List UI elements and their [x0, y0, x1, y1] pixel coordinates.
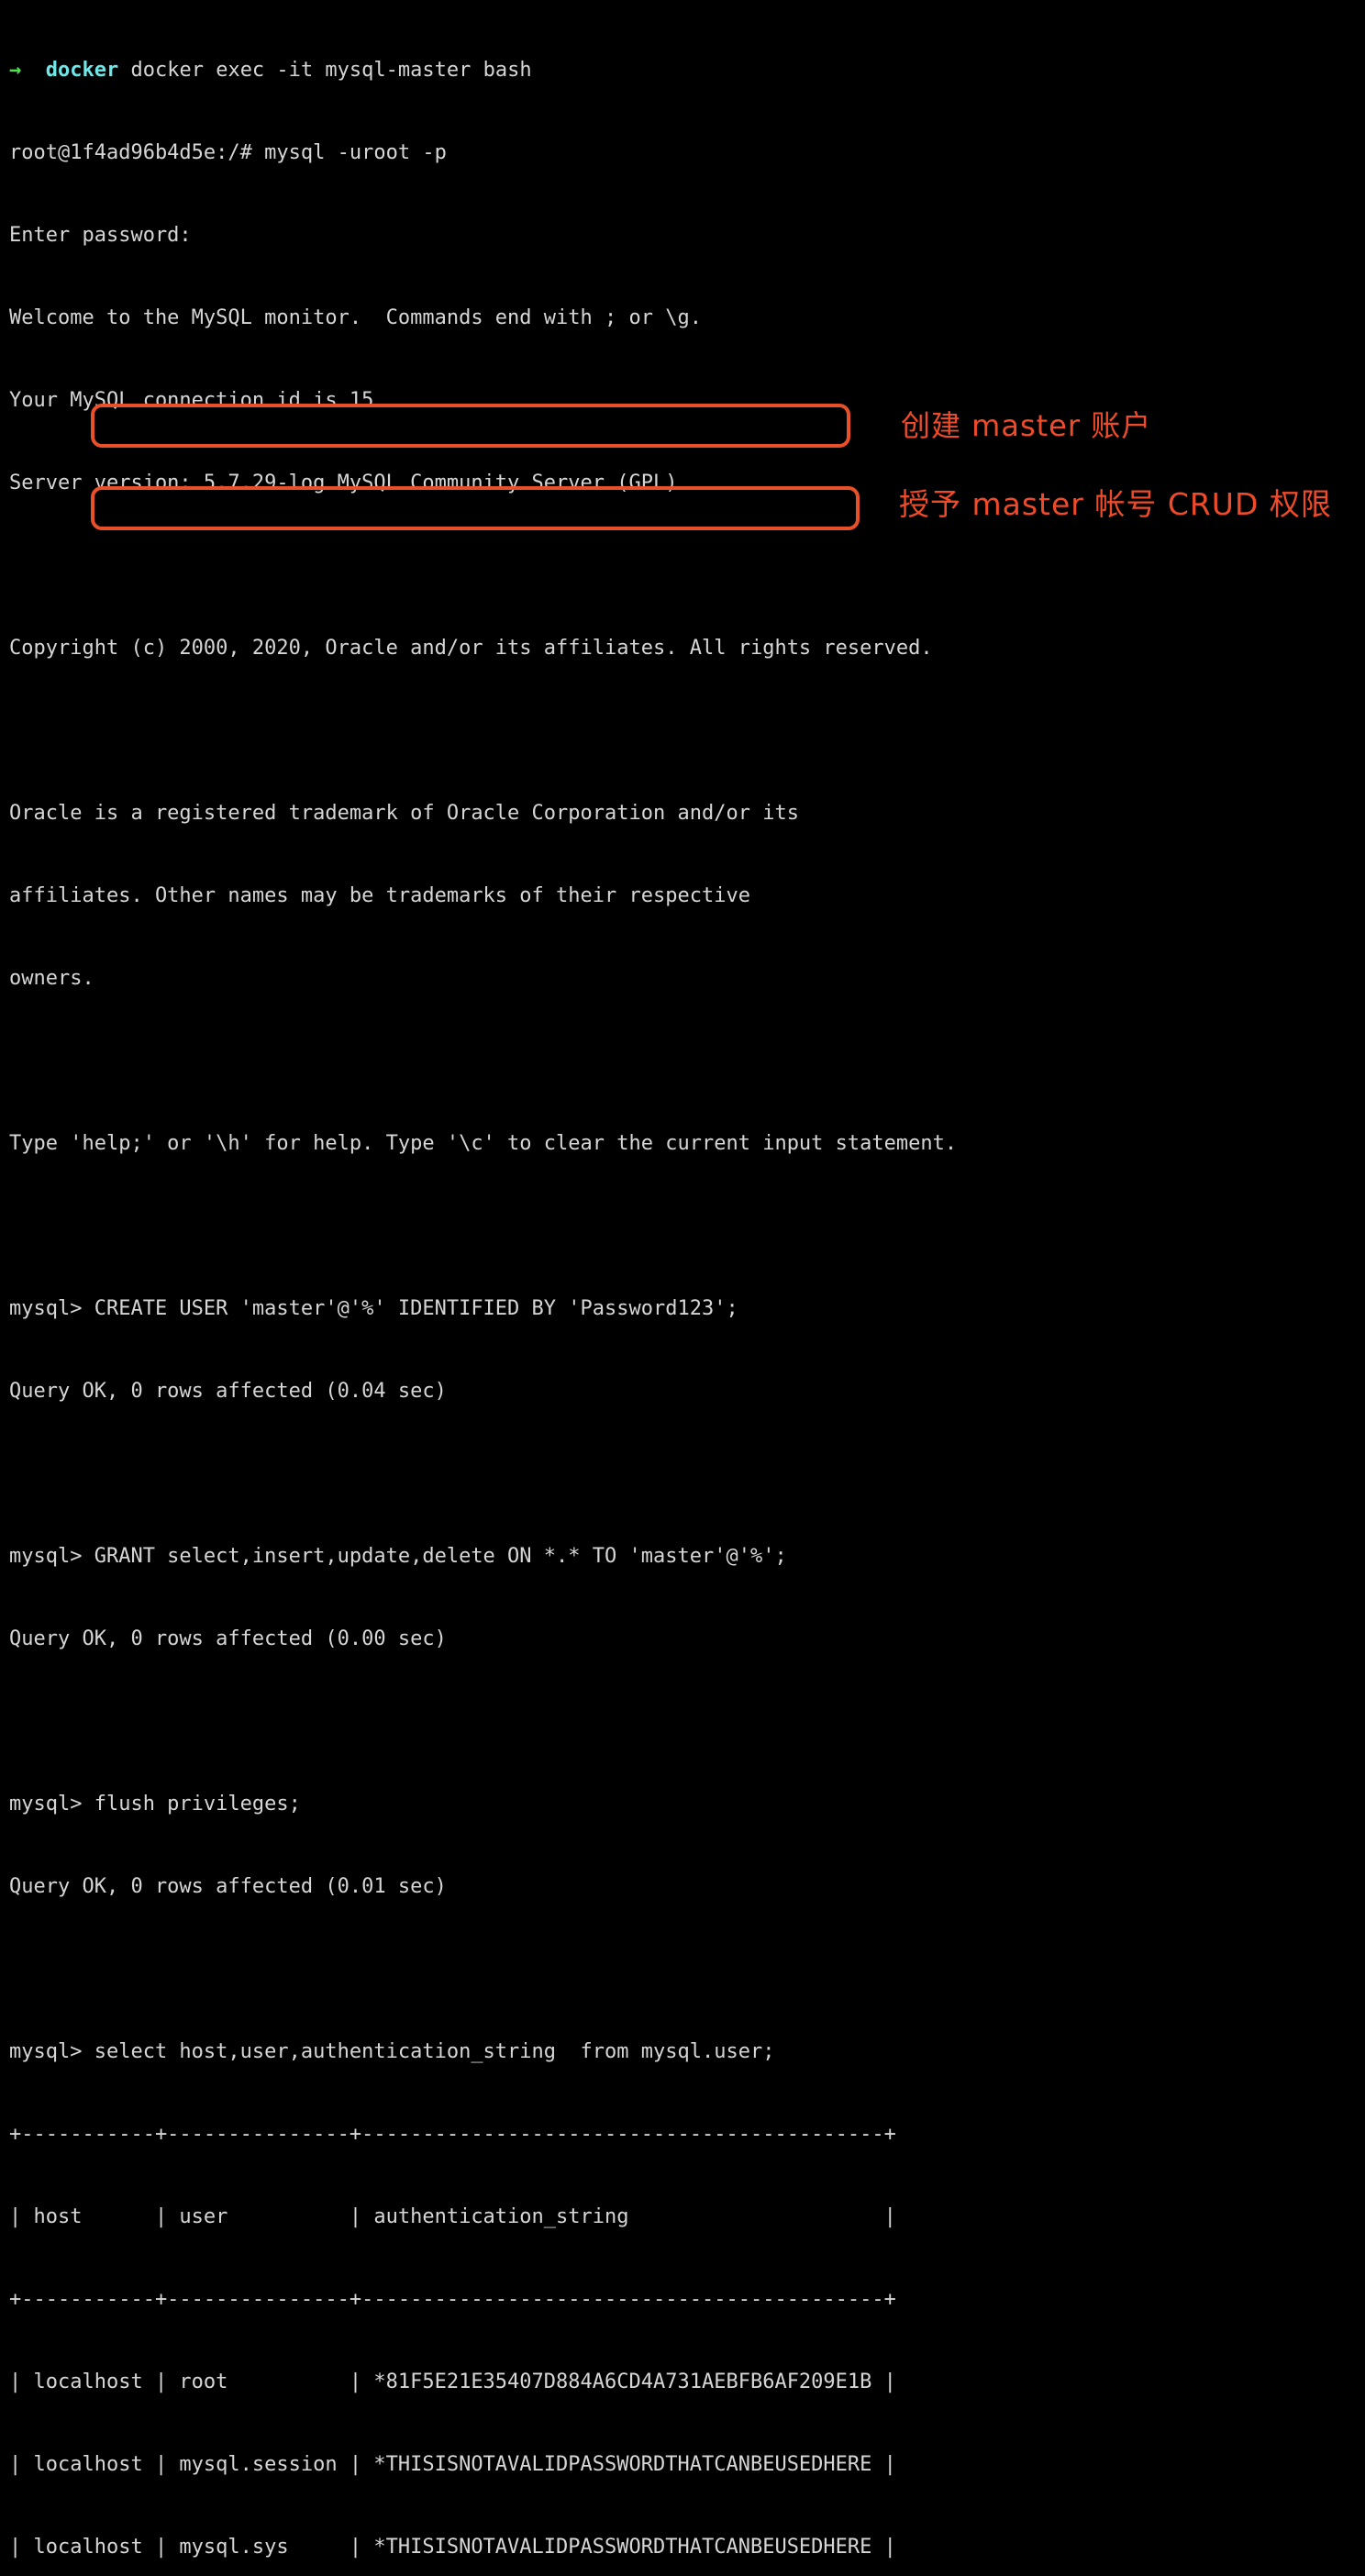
terminal-line: root@1f4ad96b4d5e:/# mysql -uroot -p [9, 141, 447, 164]
terminal-line: Copyright (c) 2000, 2020, Oracle and/or … [9, 637, 933, 660]
terminal-line: Type 'help;' or '\h' for help. Type '\c'… [9, 1132, 958, 1155]
terminal-line: affiliates. Other names may be trademark… [9, 884, 750, 907]
table-row: | localhost | root | *81F5E21E35407D884A… [9, 2371, 896, 2393]
shell-command-text: docker exec -it mysql-master bash [130, 59, 532, 82]
table-separator: +-----------+---------------+-----------… [9, 2288, 896, 2311]
table-row: | localhost | mysql.sys | *THISISNOTAVAL… [9, 2536, 896, 2559]
terminal-line-create-user: mysql> CREATE USER 'master'@'%' IDENTIFI… [9, 1297, 738, 1320]
annotation-create-user: 创建 master 账户 [901, 408, 1152, 443]
terminal-line-grant: mysql> GRANT select,insert,update,delete… [9, 1545, 787, 1568]
terminal-line: Query OK, 0 rows affected (0.04 sec) [9, 1380, 447, 1403]
terminal-line: Welcome to the MySQL monitor. Commands e… [9, 306, 702, 329]
table-separator: +-----------+---------------+-----------… [9, 2123, 896, 2146]
terminal-line: mysql> select host,user,authentication_s… [9, 2040, 775, 2063]
shell-prompt-line: → docker docker exec -it mysql-master ba… [9, 57, 957, 84]
terminal-line: Your MySQL connection id is 15 [9, 389, 374, 412]
annotation-grant-privileges: 授予 master 帐号 CRUD 权限 [899, 486, 1332, 522]
terminal-output: → docker docker exec -it mysql-master ba… [9, 2, 957, 2576]
prompt-context-label: docker [45, 59, 119, 82]
terminal-line: Oracle is a registered trademark of Orac… [9, 802, 799, 825]
terminal-line: mysql> flush privileges; [9, 1793, 301, 1815]
prompt-arrow-icon: → [9, 59, 22, 82]
table-header-row: | host | user | authentication_string | [9, 2205, 896, 2228]
terminal-window[interactable]: → docker docker exec -it mysql-master ba… [0, 0, 1365, 2559]
terminal-line: Server version: 5.7.29-log MySQL Communi… [9, 472, 678, 494]
table-row: | localhost | mysql.session | *THISISNOT… [9, 2453, 896, 2476]
terminal-line: owners. [9, 967, 94, 990]
terminal-line: Query OK, 0 rows affected (0.01 sec) [9, 1875, 447, 1898]
terminal-line: Query OK, 0 rows affected (0.00 sec) [9, 1627, 447, 1650]
terminal-line: Enter password: [9, 224, 192, 247]
